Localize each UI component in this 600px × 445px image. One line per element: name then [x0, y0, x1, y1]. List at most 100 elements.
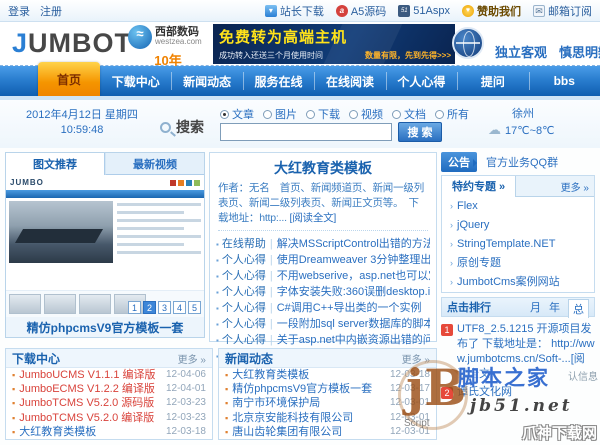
- news-item-title[interactable]: 大红教育类模板: [232, 368, 386, 382]
- item-title[interactable]: 字体安装失败:360误删desktop.in的后果: [277, 286, 430, 298]
- ad-banner[interactable]: 免费转为高端主机 成功转入还送三个月使用时间 数量有限，先到先得>>>: [213, 24, 455, 64]
- thumbnail[interactable]: [44, 294, 76, 314]
- rank-period-tab[interactable]: 年: [549, 299, 560, 315]
- thumbnail[interactable]: [79, 294, 111, 314]
- radio-icon[interactable]: [435, 109, 444, 119]
- nav-item[interactable]: 在线阅读: [314, 66, 385, 96]
- topics-more-link[interactable]: 更多 »: [561, 179, 594, 194]
- topbar-link[interactable]: 51Aspx: [398, 4, 450, 17]
- auth-link[interactable]: 注册: [40, 6, 62, 18]
- article-list-item[interactable]: ▪个人心得| 使用Dreamweaver 3分钟整理出一套分词词典: [216, 252, 430, 268]
- news-item[interactable]: ▪ 北京京安能科技有限公司 12-03-01: [219, 411, 436, 425]
- item-title[interactable]: 关于asp.net中内嵌资源出错的问题: [277, 334, 430, 346]
- item-title[interactable]: 一段附加sql server数据库的脚本: [277, 318, 430, 330]
- announcement-link[interactable]: 官方业务QQ群: [486, 154, 558, 170]
- article-title[interactable]: 大红教育类模板: [210, 158, 436, 178]
- item-title[interactable]: 解决MSScriptControl出错的方法: [277, 238, 430, 250]
- article-list-item[interactable]: ▪ 个人心得 | C#调用C++导出类的一个实例: [216, 300, 430, 316]
- featured-caption[interactable]: 精仿phpcmsV9官方模板一套: [6, 317, 204, 337]
- news-item-title[interactable]: 精仿phpcmsV9官方模板一套: [232, 382, 386, 396]
- item-category[interactable]: 在线帮助: [222, 238, 266, 250]
- article-list-item[interactable]: ▪ 个人心得 | 一段附加sql server数据库的脚本: [216, 316, 430, 332]
- rank-item[interactable]: 1 UTF8_2.5.1215 开源项目发布了 下载地址是： http://ww…: [441, 322, 595, 382]
- downloads-more-link[interactable]: 更多 »: [178, 351, 206, 366]
- radio-icon[interactable]: [263, 109, 272, 119]
- topic-label[interactable]: StringTemplate.NET: [457, 238, 555, 250]
- slide-page-number[interactable]: 1: [128, 301, 141, 314]
- item-category[interactable]: 个人心得: [222, 302, 266, 314]
- item-title[interactable]: 使用Dreamweaver 3分钟整理出一套分词词典: [277, 254, 430, 266]
- news-item[interactable]: ▪ 南宁市环境保护局 12-03-01: [219, 396, 436, 410]
- item-category[interactable]: 个人心得: [222, 254, 266, 266]
- article-list-item[interactable]: ▪ 在线帮助 | 解决MSScriptControl出错的方法: [216, 236, 430, 252]
- nav-item[interactable]: bbs: [528, 66, 600, 96]
- download-item[interactable]: ▪ JumboUCMS V1.1.1 编译版 12-04-06: [6, 368, 212, 382]
- radio-icon[interactable]: [306, 109, 315, 119]
- topic-item[interactable]: › JumbotCms案例网站: [442, 273, 594, 292]
- article-list-item[interactable]: ▪ 个人心得 | 关于asp.net中内嵌资源出错的问题: [216, 332, 430, 348]
- nav-item[interactable]: 提问: [457, 66, 528, 96]
- topic-label[interactable]: 原创专题: [457, 257, 501, 269]
- news-item[interactable]: ▪ 精仿phpcmsV9官方模板一套 12-03-17: [219, 382, 436, 396]
- news-more-link[interactable]: 更多 »: [402, 351, 430, 366]
- download-item-title[interactable]: JumboTCMS V5.2.0 源码版: [19, 396, 162, 410]
- item-category[interactable]: 个人心得: [222, 318, 266, 330]
- rank-item-text[interactable]: UTF8_2.5.1215 开源项目发布了 下载地址是： http://www.…: [457, 322, 595, 382]
- radio-icon[interactable]: [349, 109, 358, 119]
- radio-icon[interactable]: [220, 109, 229, 119]
- search-scope-option[interactable]: 视频: [349, 106, 383, 122]
- download-item-title[interactable]: JumboECMS V1.2.2 编译版: [19, 382, 162, 396]
- slide-page-number[interactable]: 2: [143, 301, 156, 314]
- featured-screenshot[interactable]: JUMBO: [6, 175, 204, 291]
- thumbnail[interactable]: [9, 294, 41, 314]
- download-item-title[interactable]: JumboUCMS V1.1.1 编译版: [19, 368, 162, 382]
- download-item[interactable]: ▪ JumboTCMS V5.2.0 源码版 12-03-23: [6, 396, 212, 410]
- read-more-link[interactable]: [阅读全文]: [290, 212, 337, 224]
- topic-item[interactable]: › StringTemplate.NET: [442, 235, 594, 254]
- topic-item[interactable]: › jQuery: [442, 216, 594, 235]
- rank-item[interactable]: 2 谭氏文化网: [441, 385, 595, 400]
- partner-logo[interactable]: 西部数码 westzea.com 10年: [128, 25, 208, 69]
- item-category[interactable]: 个人心得: [222, 286, 266, 298]
- topic-label[interactable]: jQuery: [457, 219, 489, 231]
- item-category[interactable]: 个人心得: [222, 334, 266, 346]
- download-item[interactable]: ▪ JumboECMS V1.2.2 编译版 12-04-01: [6, 382, 212, 396]
- featured-tab[interactable]: 图文推荐: [6, 153, 105, 175]
- news-item-title[interactable]: 南宁市环境保护局: [232, 396, 386, 410]
- nav-item[interactable]: 服务在线: [242, 66, 314, 96]
- slide-page-number[interactable]: 5: [188, 301, 201, 314]
- news-item-title[interactable]: 北京京安能科技有限公司: [232, 411, 386, 425]
- search-input[interactable]: [220, 123, 392, 141]
- search-scope-option[interactable]: 下载: [306, 106, 340, 122]
- search-button[interactable]: 搜 索: [398, 122, 442, 142]
- search-scope-option[interactable]: 文档: [392, 106, 426, 122]
- site-logo[interactable]: JUMBOT: [12, 28, 132, 59]
- topic-item[interactable]: › Flex: [442, 197, 594, 216]
- search-scope-option[interactable]: 图片: [263, 106, 297, 122]
- topic-label[interactable]: Flex: [457, 200, 478, 212]
- rank-period-tab[interactable]: 总: [568, 299, 589, 318]
- topbar-link[interactable]: 站长下载: [264, 3, 324, 19]
- news-item-title[interactable]: 唐山齿轮集团有限公司: [232, 425, 386, 439]
- search-scope-option[interactable]: 所有: [435, 106, 469, 122]
- article-list-item[interactable]: ▪个人心得| 字体安装失败:360误删desktop.in的后果: [216, 284, 430, 300]
- item-title[interactable]: C#调用C++导出类的一个实例: [277, 302, 422, 314]
- nav-item[interactable]: 下载中心: [100, 66, 171, 96]
- featured-tab[interactable]: 最新视频: [105, 153, 204, 175]
- rank-item-text[interactable]: 谭氏文化网: [457, 385, 512, 400]
- topic-label[interactable]: JumbotCms案例网站: [457, 276, 560, 288]
- download-item-title[interactable]: JumboTCMS V5.2.0 编译版: [19, 411, 162, 425]
- announcement-badge[interactable]: 公告: [441, 152, 477, 172]
- nav-item[interactable]: 新闻动态: [171, 66, 242, 96]
- news-item[interactable]: ▪ 唐山齿轮集团有限公司 12-03-01: [219, 425, 436, 439]
- topbar-link[interactable]: 赞助我们: [462, 3, 521, 19]
- download-item[interactable]: ▪ JumboTCMS V5.2.0 编译版 12-03-23: [6, 411, 212, 425]
- item-title[interactable]: 不用webserive，asp.net也可以定时执行任务: [277, 270, 430, 282]
- topbar-link[interactable]: 邮箱订阅: [533, 3, 592, 19]
- nav-item[interactable]: 个人心得: [385, 66, 457, 96]
- topics-tab[interactable]: 特约专题 »: [442, 175, 517, 197]
- radio-icon[interactable]: [392, 109, 401, 119]
- search-scope-option[interactable]: 文章: [220, 106, 254, 122]
- article-list-item[interactable]: ▪个人心得| 不用webserive，asp.net也可以定时执行任务: [216, 268, 430, 284]
- slide-page-number[interactable]: 3: [158, 301, 171, 314]
